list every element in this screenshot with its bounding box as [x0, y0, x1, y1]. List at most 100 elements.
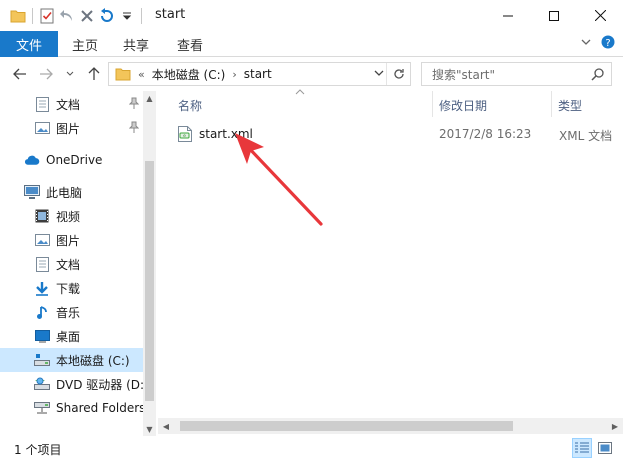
dvd-icon	[34, 376, 50, 392]
close-icon	[594, 10, 606, 21]
customize-dropdown-icon[interactable]	[117, 0, 137, 31]
nav-item-quick-documents[interactable]: 文档	[0, 92, 143, 116]
folder-icon	[115, 68, 131, 81]
svg-text:e: e	[183, 134, 186, 139]
nav-item-downloads[interactable]: 下载	[0, 276, 143, 300]
maximize-button[interactable]	[531, 0, 577, 31]
folder-icon	[8, 0, 28, 31]
scroll-left-icon[interactable]: ◀	[158, 418, 174, 434]
tab-file[interactable]: 文件	[0, 31, 58, 57]
address-bar[interactable]: « 本地磁盘 (C:) › start	[108, 62, 411, 86]
navigation-bar: « 本地磁盘 (C:) › start 搜索"start"	[0, 57, 623, 91]
nav-item-onedrive[interactable]: OneDrive	[0, 148, 143, 172]
window-title: start	[155, 7, 186, 22]
ribbon-controls: ?	[581, 35, 615, 49]
maximize-icon	[549, 10, 559, 21]
help-icon[interactable]: ?	[601, 35, 615, 49]
tab-home[interactable]: 主页	[72, 31, 98, 57]
forward-button[interactable]	[36, 65, 56, 83]
address-overflow[interactable]: «	[138, 68, 145, 81]
nav-item-music[interactable]: 音乐	[0, 300, 143, 324]
file-list-horizontal-scrollbar[interactable]: ◀ ▶	[158, 418, 623, 434]
expand-ribbon-icon[interactable]	[581, 37, 591, 47]
address-dropdown-button[interactable]	[374, 67, 384, 81]
column-date-modified[interactable]: 修改日期	[439, 97, 487, 114]
document-icon	[34, 256, 50, 272]
view-switcher	[572, 438, 615, 458]
large-icons-view-button[interactable]	[595, 438, 615, 458]
scroll-up-icon[interactable]: ▲	[143, 91, 156, 105]
computer-icon	[24, 184, 40, 200]
scroll-right-icon[interactable]: ▶	[607, 418, 623, 434]
chevron-down-icon	[66, 71, 74, 76]
sort-ascending-icon	[295, 89, 305, 95]
undo-icon[interactable]	[57, 0, 77, 31]
back-button[interactable]	[10, 65, 30, 83]
properties-icon[interactable]	[37, 0, 57, 31]
arrow-left-icon	[13, 68, 26, 80]
chevron-down-icon	[374, 70, 384, 76]
column-type[interactable]: 类型	[558, 97, 582, 114]
quick-access-toolbar	[0, 0, 146, 31]
redo-icon[interactable]	[97, 0, 117, 31]
nav-item-this-pc[interactable]: 此电脑	[0, 180, 143, 204]
tab-share[interactable]: 共享	[123, 31, 149, 57]
item-count: 1 个项目	[14, 443, 62, 457]
large-icons-view-icon	[598, 442, 612, 454]
breadcrumb-separator[interactable]: ›	[232, 68, 236, 81]
details-view-button[interactable]	[572, 438, 592, 458]
search-placeholder: 搜索"start"	[432, 67, 495, 82]
column-divider[interactable]	[551, 91, 552, 117]
nav-item-documents[interactable]: 文档	[0, 252, 143, 276]
desktop-icon	[34, 328, 50, 344]
toolbar-separator	[32, 7, 33, 24]
network-drive-icon	[34, 400, 50, 416]
tab-view[interactable]: 查看	[177, 31, 203, 57]
close-button[interactable]	[577, 0, 623, 31]
refresh-button[interactable]	[386, 63, 410, 85]
pin-icon[interactable]	[129, 97, 139, 109]
pictures-icon	[34, 120, 50, 136]
arrow-up-icon	[88, 67, 100, 80]
pictures-icon	[34, 232, 50, 248]
file-date-modified: 2017/2/8 16:23	[439, 127, 532, 141]
column-divider[interactable]	[432, 91, 433, 117]
nav-item-local-disk-c[interactable]: 本地磁盘 (C:)	[0, 348, 143, 372]
refresh-icon	[393, 69, 404, 79]
breadcrumb-drive[interactable]: 本地磁盘 (C:)	[152, 66, 226, 83]
delete-icon[interactable]	[77, 0, 97, 31]
navigation-pane: 文档 图片 OneDrive 此电脑 视频 图片 文档 下载 音乐 桌面 本地磁…	[0, 91, 156, 436]
svg-text:?: ?	[605, 38, 610, 49]
nav-item-quick-pictures[interactable]: 图片	[0, 116, 143, 140]
breadcrumb-start[interactable]: start	[244, 67, 272, 81]
search-input[interactable]: 搜索"start"	[421, 62, 612, 86]
minimize-icon	[503, 15, 513, 16]
details-view-icon	[575, 442, 589, 453]
file-type: XML 文档	[559, 129, 613, 143]
nav-item-shared-folders[interactable]: Shared Folders	[0, 396, 143, 420]
music-icon	[34, 304, 50, 320]
cloud-icon	[24, 152, 40, 168]
nav-item-pictures[interactable]: 图片	[0, 228, 143, 252]
annotation-arrow	[235, 133, 323, 226]
up-button[interactable]	[84, 65, 104, 83]
drive-icon	[34, 352, 50, 368]
column-name[interactable]: 名称	[178, 97, 202, 114]
recent-locations-button[interactable]	[63, 65, 77, 83]
status-bar: 1 个项目	[0, 436, 623, 460]
download-icon	[34, 280, 50, 296]
pin-icon[interactable]	[129, 121, 139, 133]
nav-item-videos[interactable]: 视频	[0, 204, 143, 228]
scroll-down-icon[interactable]: ▼	[143, 422, 156, 436]
nav-item-dvd-drive[interactable]: DVD 驱动器 (D:	[0, 372, 143, 396]
file-list: 名称 修改日期 类型 e start.xml 2017/2/8 16:23 XM…	[158, 89, 623, 436]
minimize-button[interactable]	[485, 0, 531, 31]
column-header: 名称 修改日期 类型	[158, 89, 623, 117]
nav-pane-scroll-thumb[interactable]	[145, 161, 154, 401]
arrow-right-icon	[40, 68, 53, 80]
search-icon[interactable]	[591, 67, 605, 81]
file-list-scroll-thumb[interactable]	[180, 421, 513, 431]
nav-pane-scrollbar[interactable]: ▲ ▼	[143, 91, 156, 436]
nav-item-desktop[interactable]: 桌面	[0, 324, 143, 348]
window-controls	[485, 0, 623, 31]
